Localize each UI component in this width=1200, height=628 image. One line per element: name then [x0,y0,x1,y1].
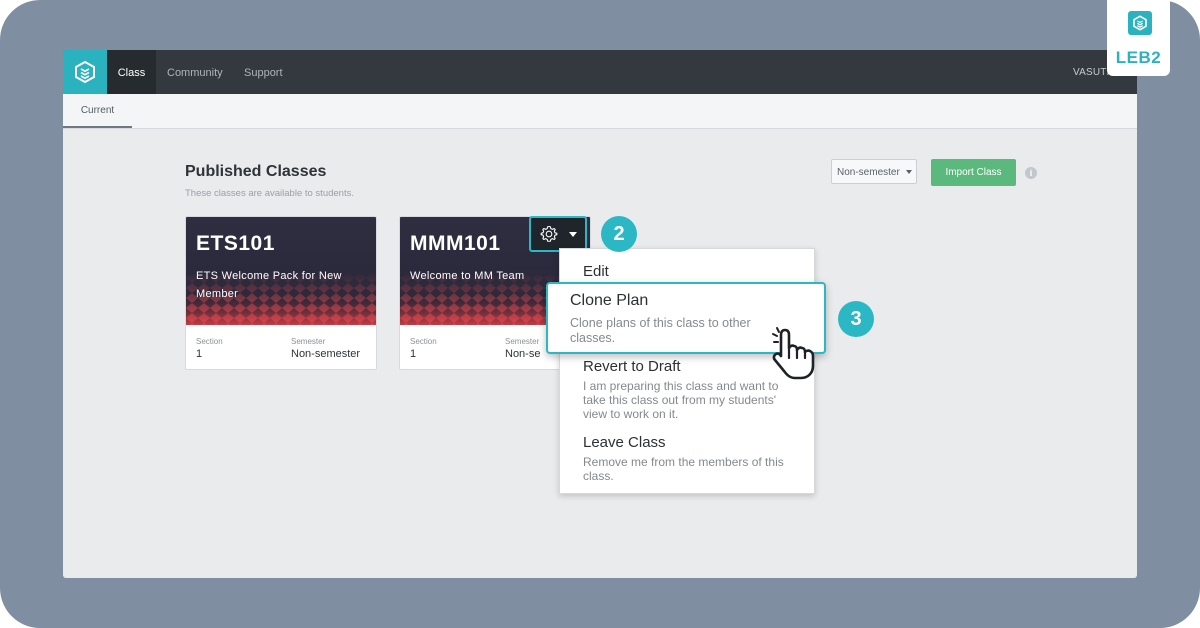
step-badge: 2 [601,216,637,252]
menu-item-revert-to-draft[interactable]: Revert to Draft [583,358,681,375]
page-subtitle: These classes are available to students. [185,188,354,199]
class-code: MMM101 [410,232,501,255]
import-class-button[interactable]: Import Class [931,159,1016,186]
section-label: Section [410,337,437,346]
class-card[interactable]: ETS101 ETS Welcome Pack for New Member S… [185,216,377,370]
semester-select-value: Non-semester [837,167,900,178]
section-value: 1 [196,348,203,360]
section-value: 1 [410,348,417,360]
gear-icon [540,225,558,242]
info-icon[interactable]: i [1025,167,1037,179]
semester-label: Semester [505,337,540,346]
top-navigation: Class Community Support VASUTHI [63,50,1137,94]
class-card-banner: ETS101 ETS Welcome Pack for New Member [186,217,376,325]
step-badge: 3 [838,301,874,337]
brand-logo: LEB2 [1107,0,1170,76]
semester-label: Semester [291,337,326,346]
brand-mark-icon [1128,11,1152,35]
select-caret-icon [905,170,912,175]
clone-plan-title: Clone Plan [570,292,649,309]
semester-select[interactable]: Non-semester [831,159,917,184]
menu-item-edit[interactable]: Edit [583,263,609,280]
semester-value: Non-se [505,348,541,360]
pointer-hand-icon [772,327,815,380]
leave-class-description: Remove me from the members of this class… [583,455,784,483]
sub-navigation: Current [63,94,1137,129]
class-description: Welcome to MM Team [410,270,525,282]
class-settings-button[interactable] [529,216,587,252]
clone-plan-description: Clone plans of this class to other class… [570,316,751,345]
semester-value: Non-semester [291,348,361,360]
menu-item-leave-class[interactable]: Leave Class [583,434,666,451]
chevron-down-icon [569,231,577,237]
nav-item-class[interactable]: Class [107,50,156,94]
app-window: Class Community Support VASUTHI Current … [63,50,1137,578]
app-logo-icon[interactable] [63,50,107,94]
section-label: Section [196,337,223,346]
nav-item-community[interactable]: Community [167,50,223,94]
tab-current[interactable]: Current [63,94,132,128]
revert-to-draft-description: I am preparing this class and want to ta… [583,379,779,421]
class-code: ETS101 [196,232,275,255]
brand-name: LEB2 [1115,48,1162,67]
nav-item-support[interactable]: Support [244,50,283,94]
class-description: ETS Welcome Pack for New Member [196,270,342,300]
page-title: Published Classes [185,163,327,180]
